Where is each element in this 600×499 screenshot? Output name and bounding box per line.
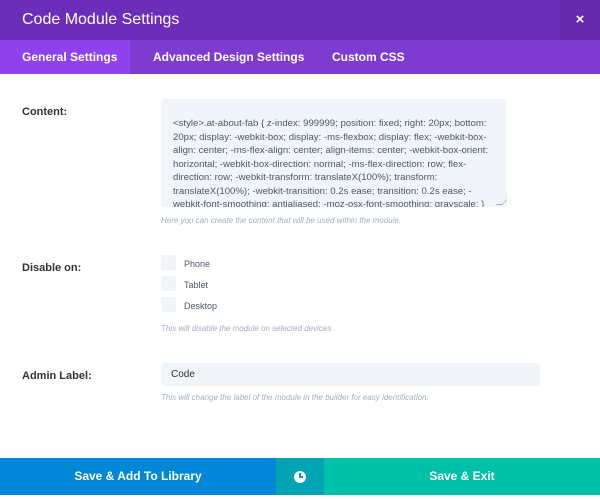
admin-label-hint: This will change the label of the module… xyxy=(161,393,429,402)
content-label: Content: xyxy=(22,106,68,118)
desktop-label: Desktop xyxy=(184,301,218,311)
tab-advanced-design-settings[interactable]: Advanced Design Settings xyxy=(153,40,304,74)
phone-label: Phone xyxy=(184,259,211,269)
content-text: <style>.at-about-fab { z-index: 999999; … xyxy=(173,118,489,207)
modal-header: Code Module Settings × xyxy=(0,0,600,40)
tablet-label: Tablet xyxy=(184,280,209,290)
eye-icon xyxy=(294,471,306,483)
tablet-checkbox[interactable] xyxy=(161,276,176,291)
resize-handle-icon[interactable] xyxy=(496,199,507,205)
admin-label-label: Admin Label: xyxy=(22,370,92,382)
content-textarea[interactable]: <style>.at-about-fab { z-index: 999999; … xyxy=(161,99,507,207)
modal-title: Code Module Settings xyxy=(22,11,180,28)
preview-button[interactable] xyxy=(276,458,324,495)
disable-on-label: Disable on: xyxy=(22,262,82,274)
disable-on-hint: This will disable the module on selected… xyxy=(161,324,332,333)
tab-general-settings[interactable]: General Settings xyxy=(0,40,130,74)
desktop-checkbox[interactable] xyxy=(161,297,176,312)
phone-checkbox[interactable] xyxy=(161,255,176,270)
content-hint: Here you can create the content that wil… xyxy=(161,216,402,225)
close-button[interactable]: × xyxy=(560,0,600,40)
tab-bar: General Settings Advanced Design Setting… xyxy=(0,40,600,74)
save-exit-button[interactable]: Save & Exit xyxy=(324,458,600,495)
tab-custom-css[interactable]: Custom CSS xyxy=(332,40,405,74)
admin-label-input[interactable]: Code xyxy=(161,363,540,386)
save-add-to-library-button[interactable]: Save & Add To Library xyxy=(0,458,276,495)
